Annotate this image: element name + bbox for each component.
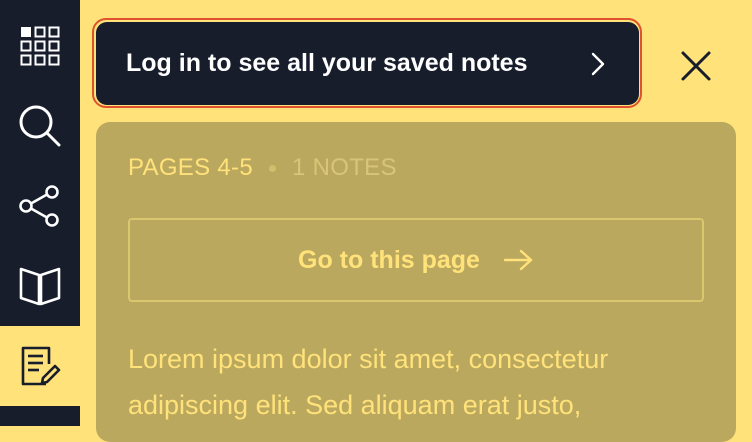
note-meta: PAGES 4-5 1 NOTES xyxy=(128,154,397,182)
chevron-right-icon xyxy=(591,52,605,76)
login-banner-label: Log in to see all your saved notes xyxy=(126,49,528,77)
share-icon xyxy=(19,185,59,227)
search-icon xyxy=(19,105,61,147)
note-text-line: adipiscing elit. Sed aliquam erat justo, xyxy=(128,390,582,420)
note-pages: PAGES 4-5 xyxy=(128,154,253,181)
go-to-page-button[interactable]: Go to this page xyxy=(128,218,704,302)
arrow-right-icon xyxy=(503,249,533,271)
grid-icon xyxy=(20,26,60,66)
close-button[interactable] xyxy=(676,46,716,86)
separator-dot xyxy=(268,164,276,172)
note-count: 1 NOTES xyxy=(291,154,397,181)
sidebar xyxy=(0,0,80,426)
notes-edit-icon xyxy=(21,346,61,386)
go-to-page-label: Go to this page xyxy=(298,245,480,274)
note-text: Lorem ipsum dolor sit amet, consectetur … xyxy=(128,336,728,428)
sidebar-item-book[interactable] xyxy=(0,246,80,326)
note-text-line: Lorem ipsum dolor sit amet, consectetur xyxy=(128,344,609,374)
sidebar-item-contents[interactable] xyxy=(0,6,80,86)
login-banner-button[interactable]: Log in to see all your saved notes xyxy=(96,22,639,105)
book-icon xyxy=(19,267,61,306)
sidebar-item-notes[interactable] xyxy=(0,326,80,406)
sidebar-item-search[interactable] xyxy=(0,86,80,166)
close-icon xyxy=(681,51,711,81)
sidebar-item-share[interactable] xyxy=(0,166,80,246)
